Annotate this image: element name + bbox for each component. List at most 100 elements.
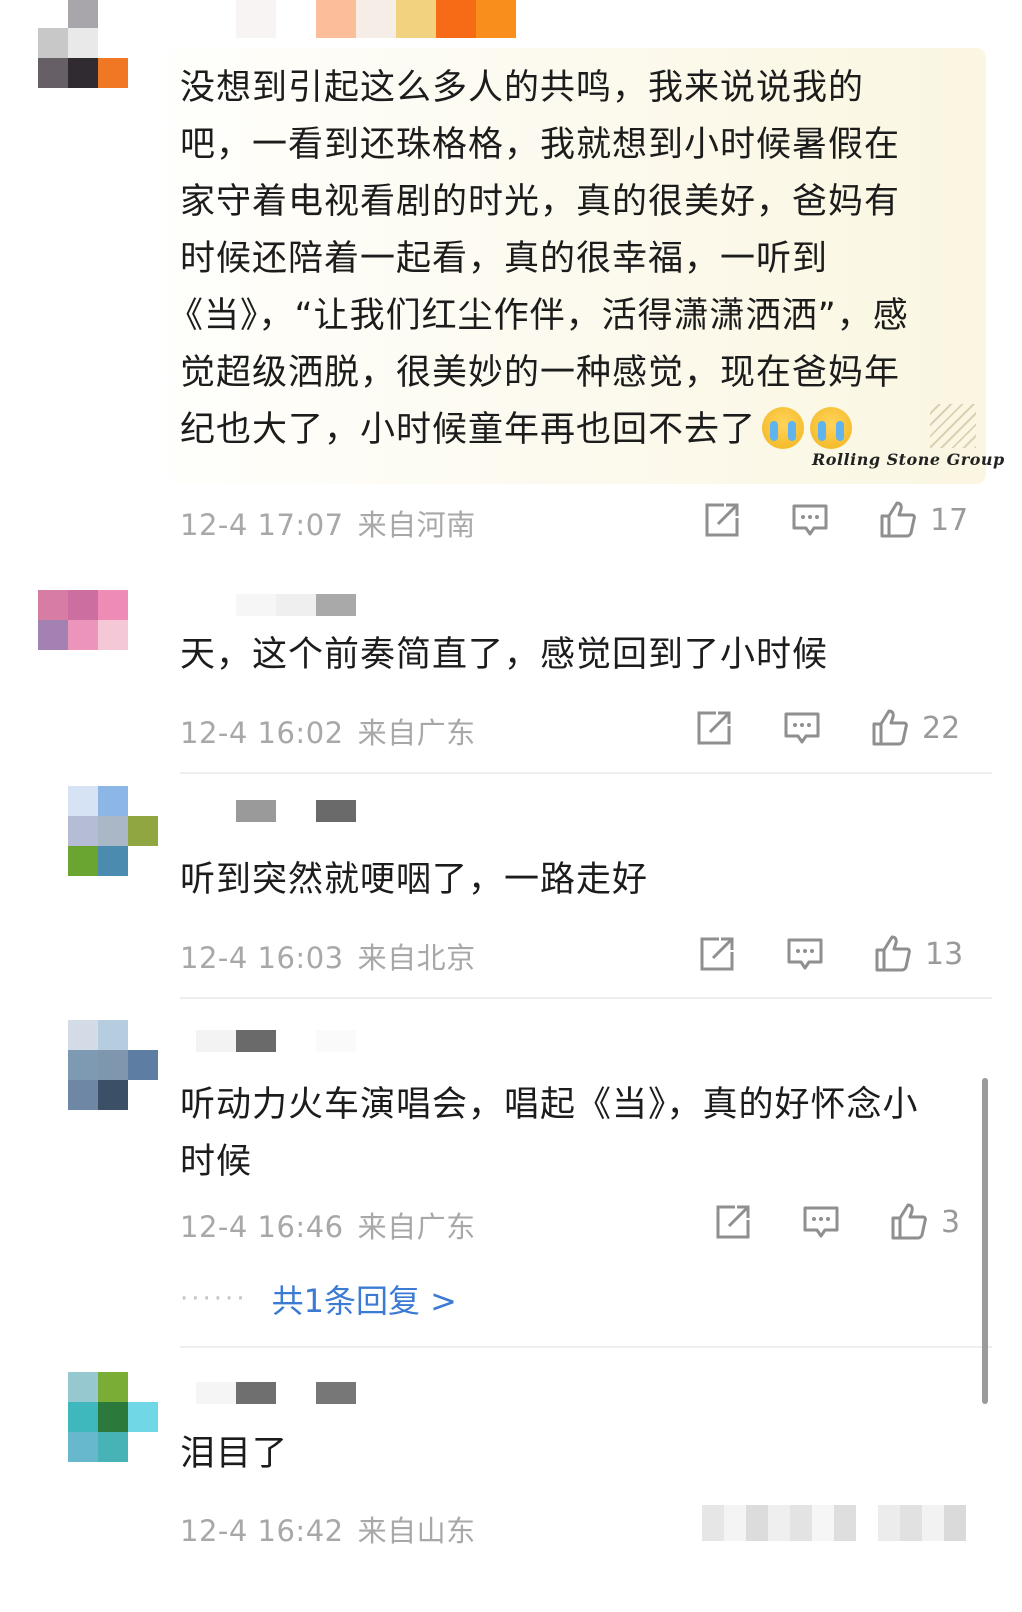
avatar-pixel (38, 650, 68, 680)
avatar-pixel (68, 876, 98, 906)
comment-actions: 13 (697, 934, 963, 974)
avatar-pixel (38, 58, 68, 88)
avatar-pixel (68, 560, 98, 590)
avatar-pixel (38, 1020, 68, 1050)
share-icon[interactable] (694, 708, 734, 748)
like-icon[interactable] (870, 708, 910, 748)
comment-line: 纪也大了，小时候童年再也回不去了 (180, 402, 909, 459)
avatar-pixel (98, 1110, 128, 1140)
avatar-pixel (128, 1050, 158, 1080)
comment-line: 泪目了 (180, 1434, 289, 1474)
scrollbar[interactable] (982, 1078, 988, 1404)
avatar-pixel (128, 1402, 158, 1432)
avatar-pixel (68, 786, 98, 816)
avatar-pixel (128, 1372, 158, 1402)
like-count: 17 (930, 502, 969, 538)
avatar-pixel (98, 786, 128, 816)
avatar-pixel (68, 58, 98, 88)
avatar-pixel (98, 620, 128, 650)
avatar-pixel (98, 590, 128, 620)
comment-line: 听到突然就哽咽了，一路走好 (180, 860, 649, 900)
reply-count-link[interactable]: 共1条回复 > (272, 1276, 457, 1322)
view-replies-link[interactable]: ······ 共1条回复 > (180, 1276, 457, 1322)
divider (180, 1346, 992, 1348)
avatar-pixel (38, 816, 68, 846)
like-icon[interactable] (878, 500, 918, 540)
comment-meta: 12-4 16:42 来自山东 (180, 1508, 476, 1550)
avatar-pixel (38, 620, 68, 650)
avatar-pixel (38, 0, 68, 28)
avatar-pixel (38, 28, 68, 58)
avatar-pixel (128, 590, 158, 620)
comment-icon[interactable] (790, 500, 830, 540)
like-icon[interactable] (873, 934, 913, 974)
comment-icon[interactable] (785, 934, 825, 974)
comment-text: 泪目了 (180, 1426, 288, 1483)
avatar-pixel (98, 846, 128, 876)
comment-icon[interactable] (782, 708, 822, 748)
comment-text: 听动力火车演唱会，唱起《当》，真的好怀念小 时候 (180, 1077, 919, 1191)
avatar[interactable] (38, 560, 158, 680)
avatar-pixel (38, 1462, 68, 1492)
comment-time: 12-4 16:02 (180, 716, 344, 750)
comment-meta: 12-4 16:46 来自广东 (180, 1204, 476, 1246)
share-icon[interactable] (713, 1202, 753, 1242)
comment-line: 时候还陪着一起看，真的很幸福，一听到 (180, 239, 829, 279)
avatar-pixel (98, 876, 128, 906)
divider (180, 772, 992, 774)
avatar-pixel (38, 1372, 68, 1402)
avatar[interactable] (38, 1372, 158, 1492)
avatar-pixel (128, 1462, 158, 1492)
like-count: 13 (925, 936, 964, 972)
username-blurred[interactable] (196, 1382, 356, 1404)
avatar-pixel (68, 1432, 98, 1462)
comment-meta: 12-4 16:03 来自北京 (180, 935, 476, 977)
comment-line: 没想到引起这么多人的共鸣，我来说说我的 (180, 68, 865, 108)
comment-actions: 22 (694, 708, 960, 748)
avatar-pixel (38, 1080, 68, 1110)
like-count: 3 (941, 1204, 961, 1240)
username-blurred[interactable] (236, 800, 356, 822)
username-blurred[interactable] (236, 594, 356, 616)
avatar-pixel (38, 1110, 68, 1140)
avatar-pixel (128, 620, 158, 650)
avatar-pixel (38, 1402, 68, 1432)
avatar-pixel (68, 28, 98, 58)
avatar[interactable] (38, 786, 158, 906)
watermark: Rolling Stone Group (812, 450, 1005, 469)
comment-icon[interactable] (801, 1202, 841, 1242)
avatar-pixel (128, 876, 158, 906)
avatar-pixel (128, 560, 158, 590)
comment-location: 来自山东 (357, 1514, 476, 1548)
avatar-pixel (98, 560, 128, 590)
avatar-pixel (98, 1080, 128, 1110)
comment-line: 吧，一看到还珠格格，我就想到小时候暑假在 (180, 125, 901, 165)
avatar-pixel (128, 846, 158, 876)
avatar-pixel (38, 876, 68, 906)
avatar-pixel (38, 846, 68, 876)
avatar-pixel (38, 1050, 68, 1080)
comment-meta: 12-4 16:02 来自广东 (180, 710, 476, 752)
share-icon[interactable] (697, 934, 737, 974)
avatar-pixel (98, 1372, 128, 1402)
avatar-pixel (68, 1020, 98, 1050)
avatar-pixel (98, 650, 128, 680)
like-count: 22 (922, 710, 961, 746)
comment-time: 12-4 17:07 (180, 508, 344, 542)
avatar-pixel (68, 846, 98, 876)
comment-location: 来自北京 (357, 941, 476, 975)
avatar-pixel (68, 650, 98, 680)
avatar-pixel (98, 88, 128, 118)
avatar-pixel (38, 786, 68, 816)
share-icon[interactable] (702, 500, 742, 540)
avatar-pixel (68, 1050, 98, 1080)
top-blur-strip (236, 0, 516, 38)
avatar[interactable] (38, 1020, 158, 1140)
like-icon[interactable] (889, 1202, 929, 1242)
avatar-pixel (68, 1110, 98, 1140)
avatar-pixel (98, 1402, 128, 1432)
comment-text: 天，这个前奏简直了，感觉回到了小时候 (180, 627, 828, 684)
username-blurred[interactable] (196, 1030, 356, 1052)
avatar-pixel (128, 1432, 158, 1462)
avatar[interactable] (38, 0, 158, 118)
